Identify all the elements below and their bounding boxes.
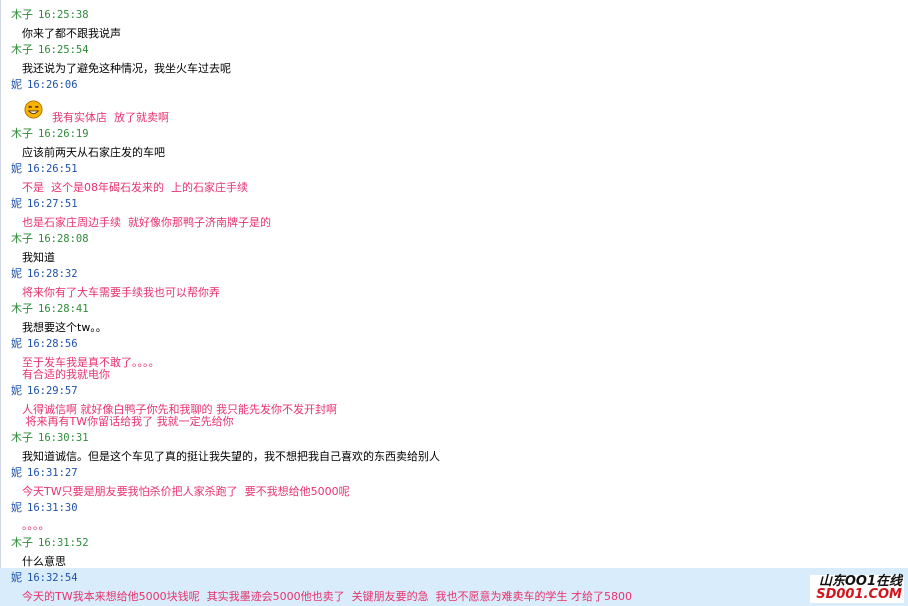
timestamp: 16:32:54 [27, 572, 78, 584]
message-header: 木子 16:25:38 [11, 8, 89, 22]
message-header: 妮 16:26:51 [11, 162, 78, 176]
sender-name: 妮 [11, 197, 22, 210]
timestamp: 16:31:27 [27, 467, 78, 479]
message-header: 妮 16:28:32 [11, 267, 78, 281]
message-header: 妮 16:29:57 [11, 384, 78, 398]
timestamp: 16:27:51 [27, 198, 78, 210]
sender-name: 妮 [11, 267, 22, 280]
sender-name: 木子 [11, 431, 33, 444]
sender-name: 木子 [11, 43, 33, 56]
timestamp: 16:26:06 [27, 79, 78, 91]
message-header: 妮 16:32:54 [11, 571, 78, 585]
sender-name: 妮 [11, 571, 22, 584]
watermark-logo: 山东OO1在线 SD001.COM [810, 575, 904, 603]
message-text[interactable]: 什么意思 [22, 555, 66, 568]
message-text[interactable]: 今天TW只要是朋友要我怕杀价把人家杀跑了 要不我想给他5000呢 [22, 485, 350, 498]
message-text[interactable]: 不是 这个是08年碣石发来的 上的石家庄手续 [22, 181, 248, 194]
message-header: 木子 16:26:19 [11, 127, 89, 141]
message-header: 妮 16:31:30 [11, 501, 78, 515]
message-text[interactable]: 。。。。 [22, 519, 50, 532]
message-text[interactable]: 有合适的我就电你 [22, 368, 110, 381]
timestamp: 16:26:51 [27, 163, 78, 175]
sender-name: 妮 [11, 337, 22, 350]
sender-name: 妮 [11, 466, 22, 479]
sender-name: 妮 [11, 384, 22, 397]
timestamp: 16:29:57 [27, 385, 78, 397]
message-header: 木子 16:28:08 [11, 232, 89, 246]
message-text[interactable]: 我还说为了避免这种情况，我坐火车过去呢 [22, 62, 231, 75]
grinning-face-emoji-icon [24, 100, 43, 119]
timestamp: 16:28:32 [27, 268, 78, 280]
message-header: 木子 16:30:31 [11, 431, 89, 445]
sender-name: 木子 [11, 302, 33, 315]
sender-name: 妮 [11, 78, 22, 91]
sender-name: 木子 [11, 536, 33, 549]
message-text[interactable]: 我有实体店 放了就卖啊 [52, 111, 169, 124]
watermark-line-2: SD001.COM [816, 587, 902, 602]
message-text[interactable]: 应该前两天从石家庄发的车吧 [22, 146, 165, 159]
message-header: 妮 16:27:51 [11, 197, 78, 211]
sender-name: 妮 [11, 162, 22, 175]
message-text[interactable]: 将来再有TW你留话给我了 我就一定先给你 [22, 415, 233, 428]
message-header: 妮 16:28:56 [11, 337, 78, 351]
sender-name: 木子 [11, 232, 33, 245]
left-border [0, 0, 1, 606]
message-text[interactable]: 也是石家庄周边手续 就好像你那鸭子济南牌子是的 [22, 216, 271, 229]
message-text[interactable]: 今天的TW我本来想给他5000块钱呢 其实我墨迹会5000他也卖了 关键朋友要的… [22, 590, 632, 603]
timestamp: 16:28:08 [38, 233, 89, 245]
message-header: 妮 16:26:06 [11, 78, 78, 92]
timestamp: 16:25:54 [38, 44, 89, 56]
message-header: 妮 16:31:27 [11, 466, 78, 480]
sender-name: 木子 [11, 127, 33, 140]
timestamp: 16:26:19 [38, 128, 89, 140]
sender-name: 妮 [11, 501, 22, 514]
message-header: 木子 16:31:52 [11, 536, 89, 550]
message-header: 木子 16:25:54 [11, 43, 89, 57]
message-header: 木子 16:28:41 [11, 302, 89, 316]
timestamp: 16:30:31 [38, 432, 89, 444]
timestamp: 16:31:30 [27, 502, 78, 514]
chat-history: 木子 16:25:38 你来了都不跟我说声 木子 16:25:54 我还说为了避免这… [0, 0, 908, 606]
timestamp: 16:28:56 [27, 338, 78, 350]
message-text[interactable]: 我知道 [22, 251, 55, 264]
message-text[interactable]: 你来了都不跟我说声 [22, 27, 121, 40]
message-text[interactable]: 我想要这个tw。。 [22, 321, 107, 334]
sender-name: 木子 [11, 8, 33, 21]
message-text[interactable]: 将来你有了大车需要手续我也可以帮你弄 [22, 286, 220, 299]
message-text[interactable]: 我知道诚信。但是这个车见了真的挺让我失望的，我不想把我自己喜欢的东西卖给别人 [22, 450, 440, 463]
timestamp: 16:31:52 [38, 537, 89, 549]
timestamp: 16:28:41 [38, 303, 89, 315]
timestamp: 16:25:38 [38, 9, 89, 21]
